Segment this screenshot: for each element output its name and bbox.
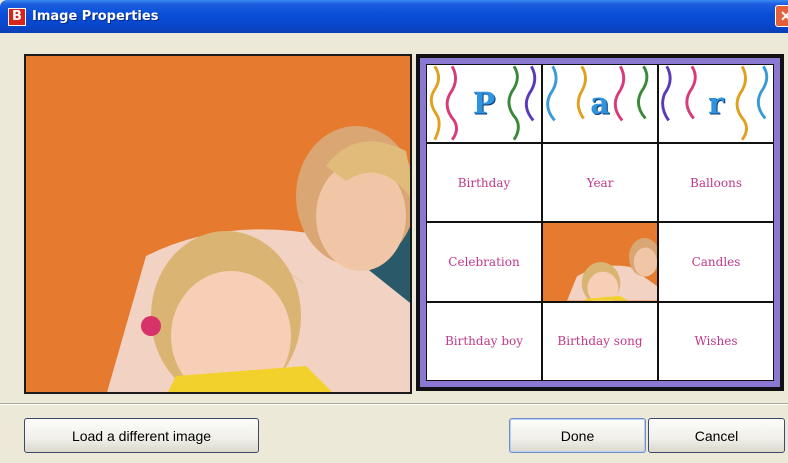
- header-letter-3: r: [708, 86, 724, 121]
- footer-divider: [0, 403, 788, 405]
- title-bar[interactable]: B Image Properties ✕: [0, 0, 788, 33]
- grid-cell[interactable]: Candles: [659, 223, 773, 301]
- image-preview: [24, 54, 412, 394]
- cell-label: Candles: [691, 254, 741, 269]
- close-button[interactable]: ✕: [775, 5, 788, 27]
- bingo-board: P a r Birthday Year Balloons Celebration…: [416, 54, 784, 391]
- cell-label: Year: [586, 175, 614, 190]
- cancel-button[interactable]: Cancel: [648, 418, 785, 453]
- cell-label: Wishes: [694, 334, 738, 349]
- cell-label: Celebration: [448, 254, 520, 269]
- app-icon: B: [8, 8, 26, 26]
- thumbnail-image: [543, 223, 657, 301]
- grid-cell[interactable]: Balloons: [659, 144, 773, 222]
- image-properties-dialog: B Image Properties ✕ P a r Birthday Year…: [0, 0, 788, 463]
- bingo-grid: P a r Birthday Year Balloons Celebration…: [426, 64, 774, 381]
- header-cell-1: P: [427, 65, 541, 142]
- cell-label: Balloons: [690, 175, 742, 190]
- grid-cell[interactable]: Birthday boy: [427, 302, 541, 380]
- cell-label: Birthday song: [557, 334, 643, 349]
- header-letter-1: P: [472, 86, 496, 121]
- done-button[interactable]: Done: [509, 418, 646, 453]
- header-cell-3: r: [659, 65, 773, 142]
- load-image-button[interactable]: Load a different image: [24, 418, 259, 453]
- window-title: Image Properties: [32, 9, 159, 24]
- header-letter-2: a: [590, 86, 610, 121]
- grid-cell[interactable]: Wishes: [659, 302, 773, 380]
- grid-cell[interactable]: Birthday song: [543, 302, 657, 380]
- cell-label: Birthday boy: [444, 334, 524, 349]
- photo-image: [26, 56, 410, 392]
- bingo-board-frame: P a r Birthday Year Balloons Celebration…: [420, 58, 780, 387]
- center-image-cell[interactable]: [543, 223, 657, 301]
- cell-label: Birthday: [457, 175, 511, 190]
- grid-cell[interactable]: Birthday: [427, 144, 541, 222]
- grid-cell[interactable]: Year: [543, 144, 657, 222]
- header-cell-2: a: [543, 65, 657, 142]
- grid-cell[interactable]: Celebration: [427, 223, 541, 301]
